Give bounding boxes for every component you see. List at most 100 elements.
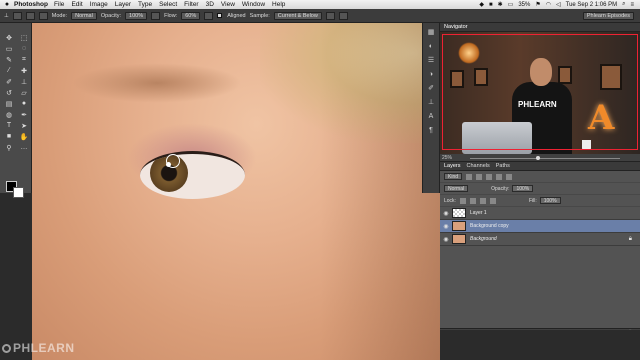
clone-source-button[interactable] xyxy=(38,11,48,20)
paragraph-panel-icon[interactable]: ¶ xyxy=(424,125,438,135)
properties-panel-icon[interactable]: ☰ xyxy=(424,55,438,65)
menu-help[interactable]: Help xyxy=(272,1,285,8)
document-canvas[interactable] xyxy=(32,23,440,360)
aligned-checkbox[interactable] xyxy=(217,13,223,18)
menu-select[interactable]: Select xyxy=(159,1,177,8)
history-panel-icon[interactable]: ▦ xyxy=(424,27,438,37)
opacity-input[interactable]: 100% xyxy=(125,11,148,20)
dropbox-icon[interactable]: ◆ xyxy=(479,1,484,8)
hand-tool-icon[interactable]: ✋ xyxy=(18,132,30,141)
zoom-slider-knob[interactable] xyxy=(536,156,540,160)
clone-stamp-icon[interactable]: ⊥ xyxy=(4,13,9,19)
visibility-eye-icon[interactable]: ◉ xyxy=(440,223,452,230)
menu-view[interactable]: View xyxy=(221,1,235,8)
bluetooth-icon[interactable]: ✱ xyxy=(498,1,503,8)
workspace-select[interactable]: Phlearn Episodes xyxy=(582,11,634,20)
navigator-tab[interactable]: Navigator xyxy=(444,23,468,31)
pixel-filter-icon[interactable] xyxy=(466,173,473,180)
tab-channels[interactable]: Channels xyxy=(467,162,490,170)
dodge-tool-icon[interactable]: ◍ xyxy=(3,110,15,119)
apple-icon[interactable]: ● xyxy=(0,1,14,8)
status-icon[interactable]: ■ xyxy=(489,2,493,8)
character-panel-icon[interactable]: A xyxy=(424,111,438,121)
menu-type[interactable]: Type xyxy=(138,1,152,8)
zoom-value[interactable]: 25% xyxy=(442,155,452,161)
tab-paths[interactable]: Paths xyxy=(496,162,510,170)
crop-tool-icon[interactable]: ⌗ xyxy=(18,55,30,64)
flow-input[interactable]: 60% xyxy=(181,11,201,20)
tab-layers[interactable]: Layers xyxy=(444,162,461,170)
brush-tool-icon[interactable]: ✐ xyxy=(3,77,15,86)
clone-source-panel-icon[interactable]: ⊥ xyxy=(424,97,438,107)
layer-name[interactable]: Background xyxy=(470,236,497,242)
adjustment-filter-icon[interactable] xyxy=(476,173,483,180)
path-select-tool-icon[interactable]: ➤ xyxy=(18,121,30,130)
layer-name[interactable]: Background copy xyxy=(470,223,509,229)
menu-file[interactable]: File xyxy=(54,1,64,8)
brush-panel-icon[interactable]: ✐ xyxy=(424,83,438,93)
app-name[interactable]: Photoshop xyxy=(14,1,48,8)
blend-mode-select[interactable]: Normal xyxy=(444,185,469,192)
gradient-tool-icon[interactable]: ▤ xyxy=(3,99,15,108)
view-box[interactable] xyxy=(442,34,638,150)
layer-row-selected[interactable]: ◉ Background copy xyxy=(440,220,640,233)
shape-tool-icon[interactable]: ■ xyxy=(3,132,15,141)
clone-stamp-tool-icon[interactable]: ⊥ xyxy=(18,77,30,86)
list-icon[interactable]: ≡ xyxy=(630,2,634,8)
visibility-eye-icon[interactable]: ◉ xyxy=(440,210,452,217)
lock-pixels-icon[interactable] xyxy=(469,197,476,204)
airbrush-button[interactable] xyxy=(204,11,214,20)
mode-select[interactable]: Normal xyxy=(71,11,97,20)
lock-transparent-icon[interactable] xyxy=(459,197,466,204)
brush-preset-button[interactable] xyxy=(12,11,22,20)
menu-image[interactable]: Image xyxy=(90,1,108,8)
menu-window[interactable]: Window xyxy=(242,1,265,8)
layer-opacity-input[interactable]: 100% xyxy=(512,185,534,192)
layer-row[interactable]: ◉ Background 🔒︎ xyxy=(440,233,640,246)
navigator-preview[interactable]: PHLEARN A xyxy=(440,32,640,154)
more-tools-icon[interactable]: … xyxy=(18,143,30,152)
flag-icon[interactable]: ⚑ xyxy=(535,1,540,8)
layer-row[interactable]: ◉ Layer 1 xyxy=(440,207,640,220)
artboard-tool-icon[interactable]: ⬚ xyxy=(18,33,30,42)
zoom-tool-icon[interactable]: ⚲ xyxy=(3,143,15,152)
navigator-panel-icon[interactable]: ◐ xyxy=(424,41,438,51)
ignore-adjustment-button[interactable] xyxy=(325,11,335,20)
type-tool-icon[interactable]: T xyxy=(3,121,15,130)
search-icon[interactable]: ⌕ xyxy=(622,1,625,8)
pen-tool-icon[interactable]: ✒ xyxy=(18,110,30,119)
volume-icon[interactable]: ◁ xyxy=(556,1,561,8)
adjustments-panel-icon[interactable]: ◑ xyxy=(424,69,438,79)
lock-position-icon[interactable] xyxy=(479,197,486,204)
menu-3d[interactable]: 3D xyxy=(206,1,214,8)
kind-filter-select[interactable]: Kind xyxy=(444,173,463,180)
shape-filter-icon[interactable] xyxy=(496,173,503,180)
move-tool-icon[interactable]: ✥ xyxy=(3,33,15,42)
lock-all-icon[interactable] xyxy=(489,197,496,204)
pressure-size-button[interactable] xyxy=(338,11,348,20)
background-color-swatch[interactable] xyxy=(13,187,24,198)
lasso-tool-icon[interactable]: ◌ xyxy=(18,44,30,53)
type-filter-icon[interactable] xyxy=(486,173,493,180)
zoom-slider-track[interactable] xyxy=(470,158,620,159)
quick-select-tool-icon[interactable]: ✎ xyxy=(3,55,15,64)
pressure-opacity-button[interactable] xyxy=(151,11,161,20)
brush-panel-button[interactable] xyxy=(25,11,35,20)
menu-layer[interactable]: Layer xyxy=(115,1,131,8)
smart-object-filter-icon[interactable] xyxy=(506,173,513,180)
sample-select[interactable]: Current & Below xyxy=(273,11,322,20)
eraser-tool-icon[interactable]: ▱ xyxy=(18,88,30,97)
marquee-tool-icon[interactable]: ▭ xyxy=(3,44,15,53)
healing-tool-icon[interactable]: ✚ xyxy=(18,66,30,75)
menu-filter[interactable]: Filter xyxy=(184,1,198,8)
layer-name[interactable]: Layer 1 xyxy=(470,210,487,216)
clock[interactable]: Tue Sep 2 1:06 PM xyxy=(566,2,617,8)
wifi-icon[interactable]: ◠ xyxy=(546,1,551,8)
fill-input[interactable]: 100% xyxy=(539,197,561,204)
visibility-eye-icon[interactable]: ◉ xyxy=(440,236,452,243)
history-brush-tool-icon[interactable]: ↺ xyxy=(3,88,15,97)
blur-tool-icon[interactable]: ● xyxy=(18,99,30,108)
battery-icon[interactable]: ▭ xyxy=(508,1,514,8)
eyedropper-tool-icon[interactable]: ⁄ xyxy=(3,66,15,75)
menu-edit[interactable]: Edit xyxy=(71,1,82,8)
